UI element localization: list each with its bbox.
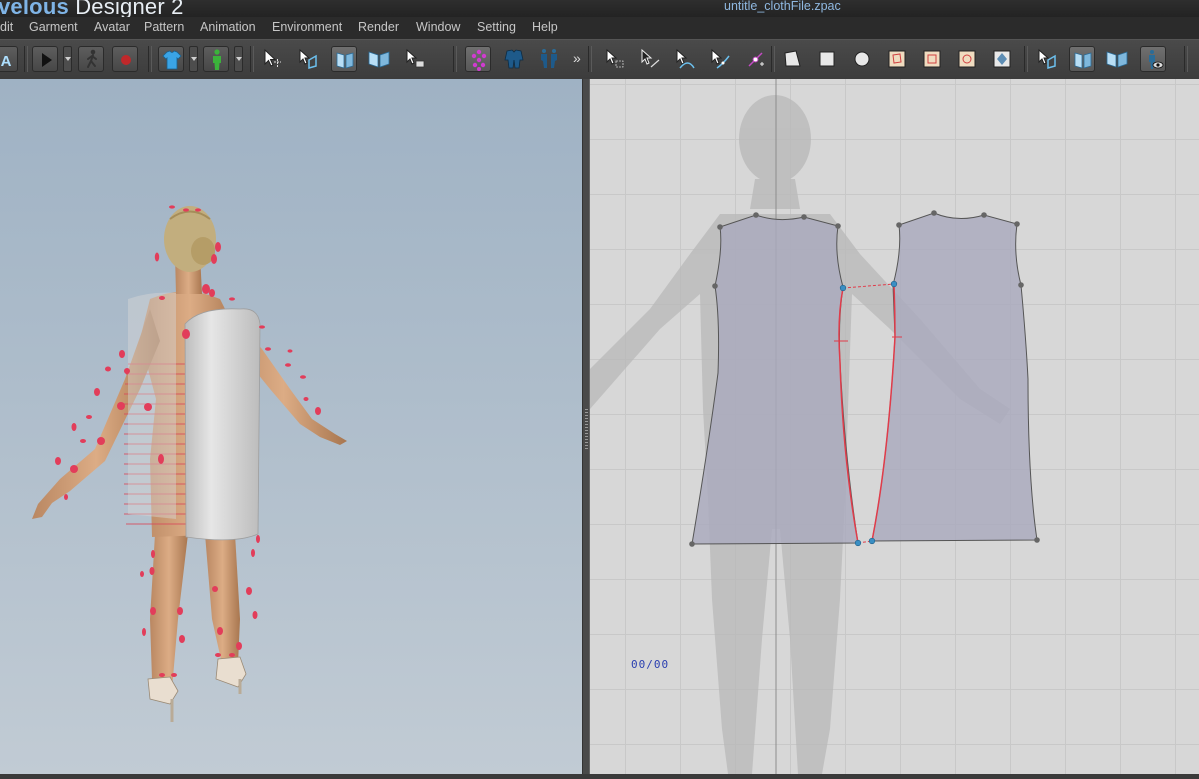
arrangement-points-icon[interactable]	[465, 46, 491, 72]
simulation-counter: 00/00	[631, 658, 670, 671]
menu-window[interactable]: Window	[416, 20, 460, 34]
select-pattern-icon[interactable]	[402, 46, 428, 72]
transform-pattern-icon[interactable]	[602, 46, 628, 72]
avatar-figure-icon[interactable]	[203, 46, 229, 72]
edit-pattern-icon[interactable]	[637, 46, 663, 72]
title-bar: velous Designer 2 untitle_clothFile.zpac	[0, 0, 1199, 19]
toolbar-separator	[1184, 46, 1188, 72]
select-move-icon[interactable]	[259, 46, 285, 72]
toolbar-separator	[588, 46, 592, 72]
internal-circle-icon[interactable]	[954, 46, 980, 72]
back-pattern[interactable]	[871, 212, 1038, 542]
walk-animation-icon[interactable]	[78, 46, 104, 72]
3d-viewport[interactable]	[0, 79, 582, 774]
show-avatar-icon[interactable]	[1140, 46, 1166, 72]
unfold-icon[interactable]	[366, 46, 392, 72]
edit-curve-point-icon[interactable]	[707, 46, 733, 72]
main-toolbar: A »	[0, 39, 1199, 80]
toolbar-separator	[453, 46, 457, 72]
play-simulation-icon[interactable]	[32, 46, 58, 72]
toolbar-overflow-button[interactable]: »	[573, 50, 581, 66]
dart-icon[interactable]	[989, 46, 1015, 72]
select-mesh-icon[interactable]	[295, 46, 321, 72]
polygon-icon[interactable]	[779, 46, 805, 72]
select-move-2d-icon[interactable]	[1034, 46, 1060, 72]
menu-avatar[interactable]: Avatar	[94, 20, 130, 34]
toolbar-separator	[771, 46, 775, 72]
rectangle-icon[interactable]	[814, 46, 840, 72]
file-name: untitle_clothFile.zpac	[724, 0, 841, 13]
play-dropdown-button[interactable]	[63, 46, 72, 72]
toolbar-separator	[1024, 46, 1028, 72]
toolbar-separator	[148, 46, 152, 72]
menu-environment[interactable]: Environment	[272, 20, 342, 34]
avatar-dropdown-button[interactable]	[234, 46, 243, 72]
menu-pattern[interactable]: Pattern	[144, 20, 184, 34]
toolbar-separator	[250, 46, 254, 72]
3d-scene	[32, 205, 347, 722]
svg-text:A: A	[1, 53, 12, 70]
menu-edit[interactable]: dit	[0, 20, 13, 34]
garment-back-icon[interactable]	[536, 46, 562, 72]
toolbar-separator	[24, 46, 28, 72]
edit-curvature-icon[interactable]	[672, 46, 698, 72]
internal-polygon-icon[interactable]	[884, 46, 910, 72]
fold-arrange-icon[interactable]	[331, 46, 357, 72]
menu-garment[interactable]: Garment	[29, 20, 78, 34]
cloth-panel[interactable]	[184, 308, 261, 541]
menu-setting[interactable]: Setting	[477, 20, 516, 34]
menu-bar: dit Garment Avatar Pattern Animation Env…	[0, 17, 1199, 39]
text-tool-icon[interactable]: A	[0, 46, 18, 72]
garment-shirt-icon[interactable]	[158, 46, 184, 72]
splitter-grip[interactable]	[585, 409, 588, 449]
menu-render[interactable]: Render	[358, 20, 399, 34]
garment-front-icon[interactable]	[501, 46, 527, 72]
garment-dropdown-button[interactable]	[189, 46, 198, 72]
2d-pattern-viewport[interactable]	[590, 79, 1199, 774]
circle-icon[interactable]	[849, 46, 875, 72]
pattern-canvas	[590, 79, 1040, 774]
menu-animation[interactable]: Animation	[200, 20, 256, 34]
record-icon[interactable]	[112, 46, 138, 72]
internal-rectangle-icon[interactable]	[919, 46, 945, 72]
viewport-splitter[interactable]	[582, 79, 590, 774]
unfold-2d-icon[interactable]	[1104, 46, 1130, 72]
fold-2d-icon[interactable]	[1069, 46, 1095, 72]
add-point-icon[interactable]	[742, 46, 768, 72]
menu-help[interactable]: Help	[532, 20, 558, 34]
